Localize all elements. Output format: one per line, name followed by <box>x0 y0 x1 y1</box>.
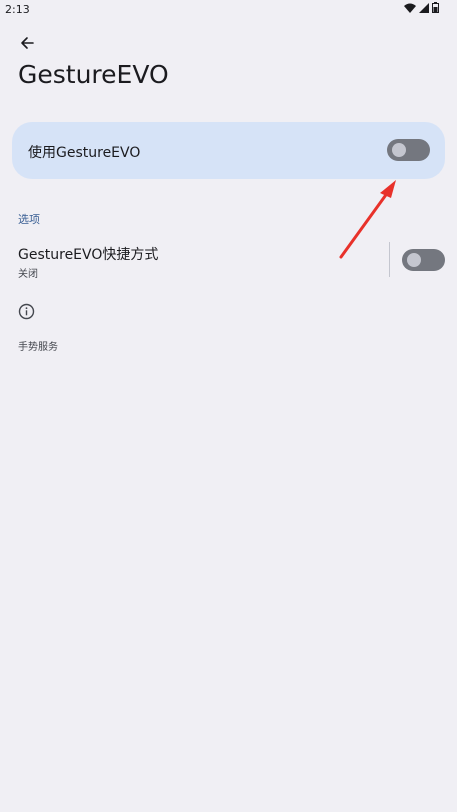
back-button[interactable] <box>14 30 40 56</box>
arrow-back-icon <box>21 37 34 49</box>
footer-text: 手势服务 <box>18 342 58 353</box>
status-bar: 2:13 <box>0 0 457 20</box>
info-icon <box>18 303 35 320</box>
main-switch-card[interactable]: 使用GestureEVO <box>12 122 445 179</box>
options-section-header: 选项 <box>18 213 40 226</box>
main-switch-toggle[interactable] <box>387 139 430 161</box>
shortcut-toggle[interactable] <box>402 249 445 271</box>
shortcut-title: GestureEVO快捷方式 <box>18 247 159 263</box>
status-time: 2:13 <box>5 3 30 16</box>
toggle-knob <box>407 253 421 267</box>
row-divider <box>389 242 390 277</box>
shortcut-summary: 关闭 <box>18 269 38 280</box>
status-icons <box>404 2 439 13</box>
battery-icon <box>432 2 439 13</box>
wifi-icon <box>404 3 416 13</box>
page-title: GestureEVO <box>18 60 169 89</box>
toggle-knob <box>392 143 406 157</box>
main-switch-label: 使用GestureEVO <box>28 145 141 161</box>
shortcut-preference-row[interactable]: GestureEVO快捷方式 关闭 <box>0 236 457 286</box>
cellular-signal-icon <box>419 2 429 13</box>
